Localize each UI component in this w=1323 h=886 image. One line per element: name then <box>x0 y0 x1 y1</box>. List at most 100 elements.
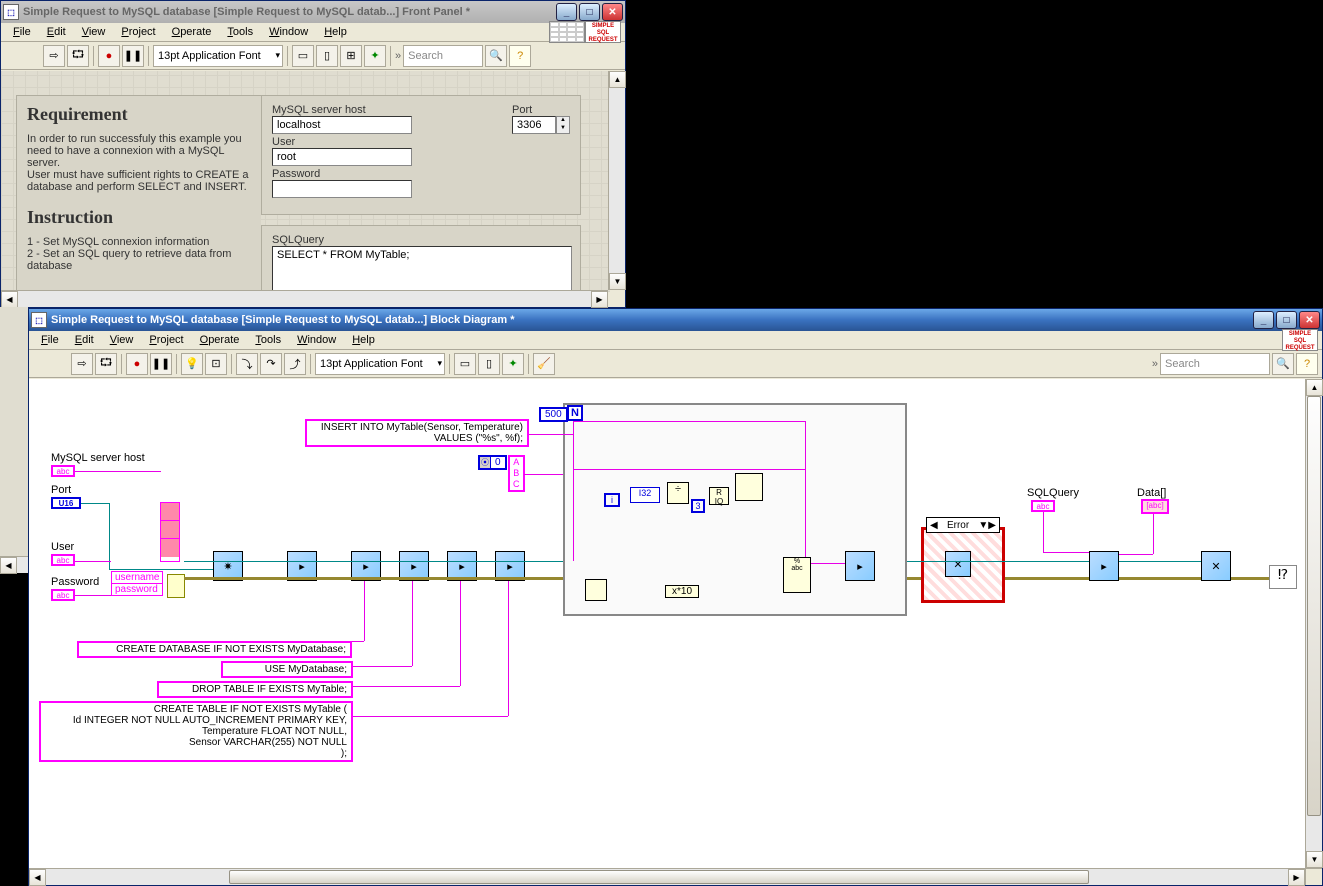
menu-edit[interactable]: Edit <box>67 332 102 348</box>
align-button[interactable]: ▭ <box>454 353 476 375</box>
abc-const[interactable]: A B C <box>508 455 525 492</box>
menu-window[interactable]: Window <box>261 24 316 40</box>
menu-tools[interactable]: Tools <box>247 332 289 348</box>
fp-search[interactable]: Search <box>403 45 483 67</box>
term-pass[interactable]: abc <box>51 589 75 601</box>
bd-search[interactable]: Search <box>1160 353 1270 375</box>
close-button[interactable]: ✕ <box>1299 311 1320 329</box>
case-selector[interactable]: ◀Error▼▶ <box>926 517 1000 533</box>
align-button[interactable]: ▭ <box>292 45 314 67</box>
user-input[interactable] <box>272 148 412 166</box>
term-data-label: Data[] <box>1137 487 1166 499</box>
help-button[interactable]: ? <box>1296 353 1318 375</box>
run-cont-button[interactable]: ⮔ <box>67 45 89 67</box>
close-button[interactable]: ✕ <box>602 3 623 21</box>
search-icon[interactable]: 🔍 <box>485 45 507 67</box>
font-selector[interactable]: 13pt Application Font <box>315 353 445 375</box>
resize-button[interactable]: ⊞ <box>340 45 362 67</box>
select-vi[interactable]: ▸ <box>1089 551 1119 581</box>
term-sqlq[interactable]: abc <box>1031 500 1055 512</box>
term-data[interactable]: [abc] <box>1141 499 1169 514</box>
abort-button[interactable]: ● <box>98 45 120 67</box>
run-cont-button[interactable]: ⮔ <box>95 353 117 375</box>
menu-file[interactable]: File <box>5 24 39 40</box>
search-icon[interactable]: 🔍 <box>1272 353 1294 375</box>
menu-operate[interactable]: Operate <box>164 24 220 40</box>
minimize-button[interactable]: _ <box>1253 311 1274 329</box>
idx-const[interactable]: ⦿0 <box>478 455 507 470</box>
menu-window[interactable]: Window <box>289 332 344 348</box>
reorder-button[interactable]: ✦ <box>502 353 524 375</box>
rand-node[interactable] <box>585 579 607 601</box>
minimize-button[interactable]: _ <box>556 3 577 21</box>
fp-strip <box>0 307 28 556</box>
distribute-button[interactable]: ▯ <box>316 45 338 67</box>
menu-view[interactable]: View <box>102 332 142 348</box>
menu-help[interactable]: Help <box>344 332 383 348</box>
fp-titlebar[interactable]: ⬚ Simple Request to MySQL database [Simp… <box>1 1 625 23</box>
fp-canvas[interactable]: Requirement In order to run successfuly … <box>1 71 610 292</box>
loop-count[interactable]: 500 <box>539 407 568 422</box>
menu-project[interactable]: Project <box>141 332 191 348</box>
iq-node[interactable]: RIQ <box>709 487 729 505</box>
connector-pane[interactable] <box>549 21 585 43</box>
lbl-sqlq: SQLQuery <box>272 234 570 246</box>
abort-button[interactable]: ● <box>126 353 148 375</box>
term-user[interactable]: abc <box>51 554 75 566</box>
retain-button[interactable]: ⊡ <box>205 353 227 375</box>
db-close-vi[interactable]: ✕ <box>1201 551 1231 581</box>
menu-tools[interactable]: Tools <box>219 24 261 40</box>
index-array-node[interactable] <box>735 473 763 501</box>
sql-insert: INSERT INTO MyTable(Sensor, Temperature)… <box>305 419 529 447</box>
rollback-vi[interactable]: ✕ <box>945 551 971 577</box>
step-into-button[interactable]: ⤵ <box>236 353 258 375</box>
font-selector[interactable]: 13pt Application Font <box>153 45 283 67</box>
fp-window-controls: _ □ ✕ <box>556 3 623 21</box>
fp-hscroll[interactable]: ◀▶ <box>1 290 608 307</box>
port-input[interactable] <box>512 116 556 134</box>
pause-button[interactable]: ❚❚ <box>150 353 172 375</box>
bd-hscroll[interactable]: ◀ ▶ <box>29 868 1305 885</box>
for-loop[interactable] <box>563 403 907 616</box>
bundle-node[interactable] <box>167 574 185 598</box>
loop-N: N <box>567 405 583 421</box>
pause-button[interactable]: ❚❚ <box>122 45 144 67</box>
run-button[interactable]: ⇨ <box>71 353 93 375</box>
sqlq-input[interactable]: SELECT * FROM MyTable; <box>272 246 572 294</box>
host-input[interactable] <box>272 116 412 134</box>
menu-project[interactable]: Project <box>113 24 163 40</box>
run-button[interactable]: ⇨ <box>43 45 65 67</box>
step-out-button[interactable]: ⤴ <box>284 353 306 375</box>
vi-icon[interactable]: SIMPLE SQL REQUEST <box>585 21 621 43</box>
pass-input[interactable] <box>272 180 412 198</box>
reorder-button[interactable]: ✦ <box>364 45 386 67</box>
distribute-button[interactable]: ▯ <box>478 353 500 375</box>
array-build[interactable] <box>160 502 180 562</box>
bd-canvas[interactable]: 1. Database open 2. Transaction creation… <box>29 379 1305 868</box>
menu-help[interactable]: Help <box>316 24 355 40</box>
step-over-button[interactable]: ↷ <box>260 353 282 375</box>
lbl-port: Port <box>512 104 570 116</box>
bd-titlebar[interactable]: ⬚ Simple Request to MySQL database [Simp… <box>29 309 1322 331</box>
fp-toolbar: ⇨ ⮔ ● ❚❚ 13pt Application Font ▭ ▯ ⊞ ✦ »… <box>1 42 625 70</box>
term-host[interactable]: abc <box>51 465 75 477</box>
fp-vscroll[interactable]: ▲▼ <box>608 71 625 290</box>
highlight-button[interactable]: 💡 <box>181 353 203 375</box>
div-node[interactable]: ÷ <box>667 482 689 504</box>
bd-vscroll[interactable]: ▲ ▼ <box>1305 379 1322 868</box>
menu-file[interactable]: File <box>33 332 67 348</box>
menu-view[interactable]: View <box>74 24 114 40</box>
maximize-button[interactable]: □ <box>579 3 600 21</box>
term-port[interactable]: U16 <box>51 497 81 509</box>
maximize-button[interactable]: □ <box>1276 311 1297 329</box>
ins-text: 1 - Set MySQL connexion information 2 - … <box>27 236 251 272</box>
menu-edit[interactable]: Edit <box>39 24 74 40</box>
expr-x10[interactable]: x*10 <box>665 585 699 598</box>
error-handler[interactable]: ⁉ <box>1269 565 1297 589</box>
cleanup-button[interactable]: 🧹 <box>533 353 555 375</box>
menu-operate[interactable]: Operate <box>192 332 248 348</box>
vi-icon[interactable]: SIMPLE SQL REQUEST <box>1282 329 1318 351</box>
help-button[interactable]: ? <box>509 45 531 67</box>
exec-insert-vi[interactable]: ▸ <box>845 551 875 581</box>
format-string-node[interactable]: %abc <box>783 557 811 593</box>
